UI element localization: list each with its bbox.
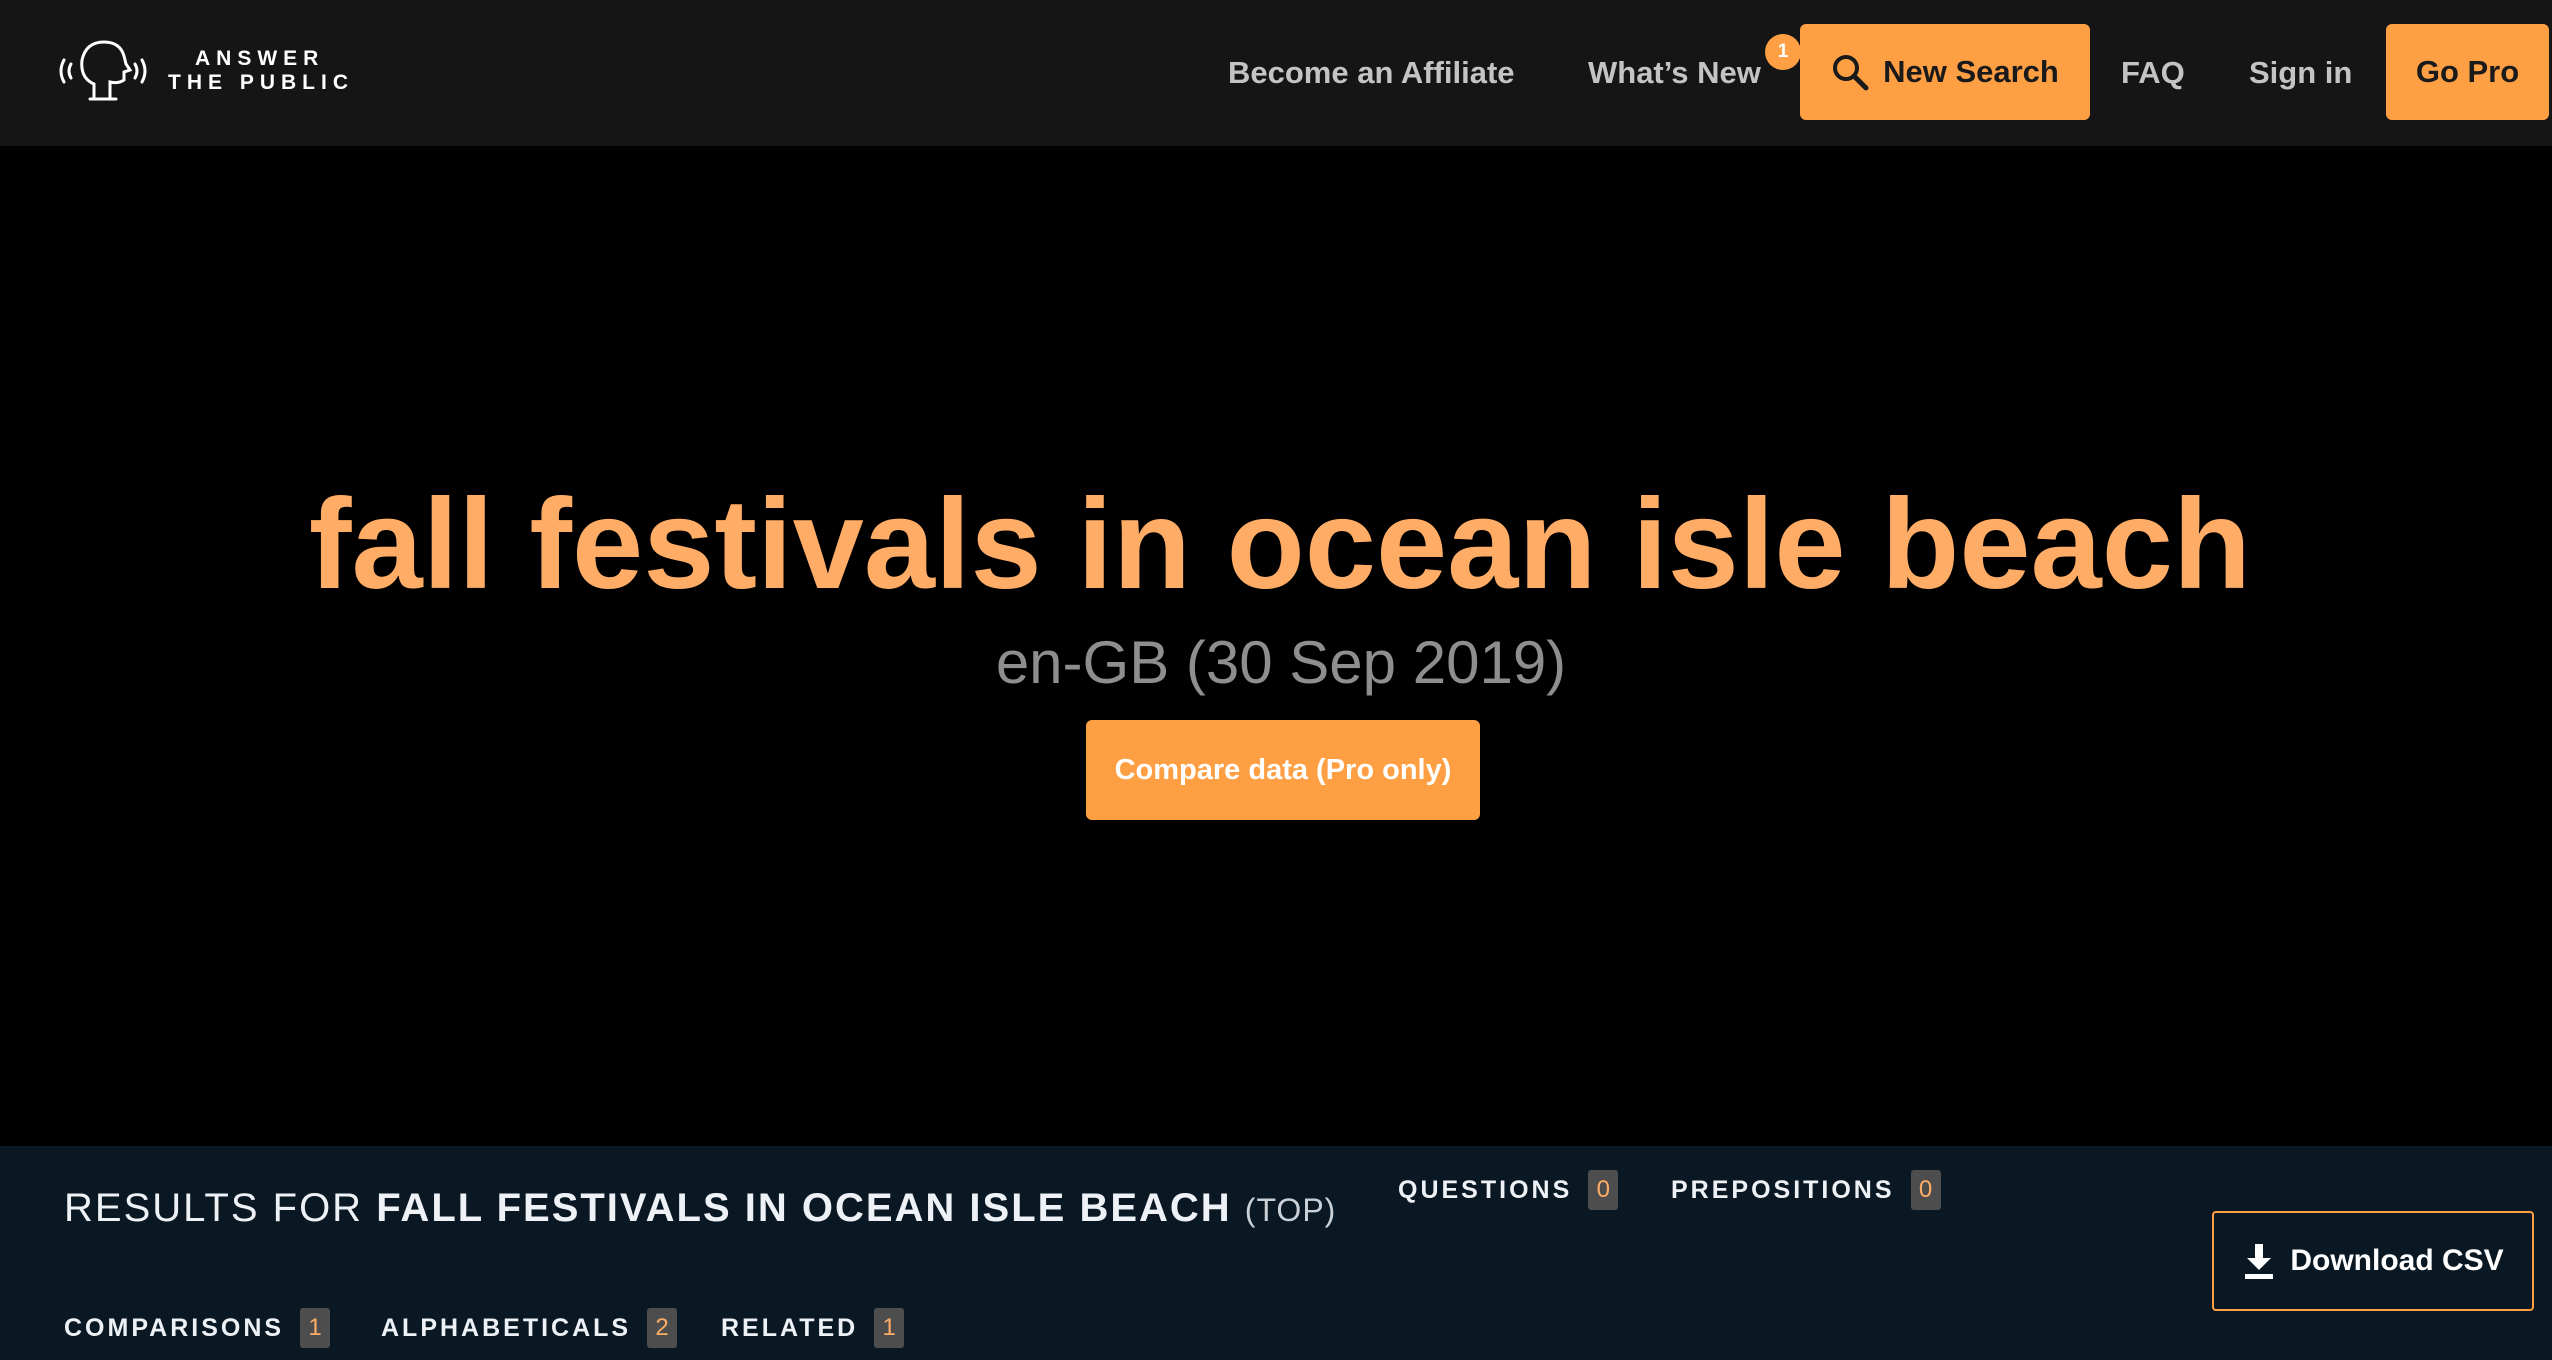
tab-label: ALPHABETICALS	[381, 1313, 632, 1342]
tab-label: COMPARISONS	[64, 1313, 285, 1342]
results-scope: (TOP)	[1244, 1192, 1337, 1228]
download-csv-label: Download CSV	[2290, 1244, 2504, 1277]
answer-the-public-logo[interactable]: ANSWER THE PUBLIC	[54, 38, 354, 104]
tab-prepositions[interactable]: PREPOSITIONS 0	[1671, 1170, 1941, 1210]
download-icon	[2245, 1244, 2274, 1279]
top-navbar: ANSWER THE PUBLIC Become an Affiliate Wh…	[0, 0, 2552, 146]
new-search-button[interactable]: New Search	[1800, 24, 2090, 120]
nav-become-affiliate[interactable]: Become an Affiliate	[1228, 0, 1515, 146]
nav-sign-in[interactable]: Sign in	[2249, 0, 2352, 146]
whats-new-badge: 1	[1765, 34, 1801, 70]
search-icon	[1833, 55, 1869, 91]
results-prefix: RESULTS FOR	[64, 1186, 364, 1230]
tab-count: 0	[1910, 1170, 1941, 1210]
nav-faq[interactable]: FAQ	[2121, 0, 2185, 146]
tab-count: 1	[300, 1308, 331, 1348]
logo-line-1: ANSWER	[195, 47, 325, 70]
tab-related[interactable]: RELATED 1	[721, 1308, 905, 1348]
tab-count: 1	[874, 1308, 905, 1348]
locale-date-subtitle: en-GB (30 Sep 2019)	[995, 629, 1567, 696]
tab-label: QUESTIONS	[1398, 1175, 1573, 1204]
new-search-label: New Search	[1883, 54, 2059, 89]
tab-comparisons[interactable]: COMPARISONS 1	[64, 1308, 331, 1348]
tab-questions[interactable]: QUESTIONS 0	[1398, 1170, 1619, 1210]
results-bar: RESULTS FOR FALL FESTIVALS IN OCEAN ISLE…	[0, 1146, 2552, 1360]
speaking-head-icon	[59, 40, 147, 101]
logo-wordmark: ANSWER THE PUBLIC	[168, 47, 354, 95]
nav-whats-new[interactable]: What’s New	[1588, 0, 1761, 146]
tab-count: 2	[647, 1308, 678, 1348]
tab-count: 0	[1588, 1170, 1619, 1210]
compare-data-button[interactable]: Compare data (Pro only)	[1086, 720, 1480, 820]
search-keyword-title: fall festivals in ocean isle beach	[308, 473, 2252, 616]
tab-label: RELATED	[721, 1313, 859, 1342]
tab-alphabeticals[interactable]: ALPHABETICALS 2	[381, 1308, 678, 1348]
logo-line-2: THE PUBLIC	[168, 71, 354, 94]
download-csv-button[interactable]: Download CSV	[2212, 1211, 2534, 1311]
results-keyword: FALL FESTIVALS IN OCEAN ISLE BEACH	[376, 1186, 1232, 1230]
tab-label: PREPOSITIONS	[1671, 1175, 1895, 1204]
results-heading: RESULTS FOR FALL FESTIVALS IN OCEAN ISLE…	[64, 1186, 1336, 1231]
go-pro-button[interactable]: Go Pro	[2386, 24, 2549, 120]
